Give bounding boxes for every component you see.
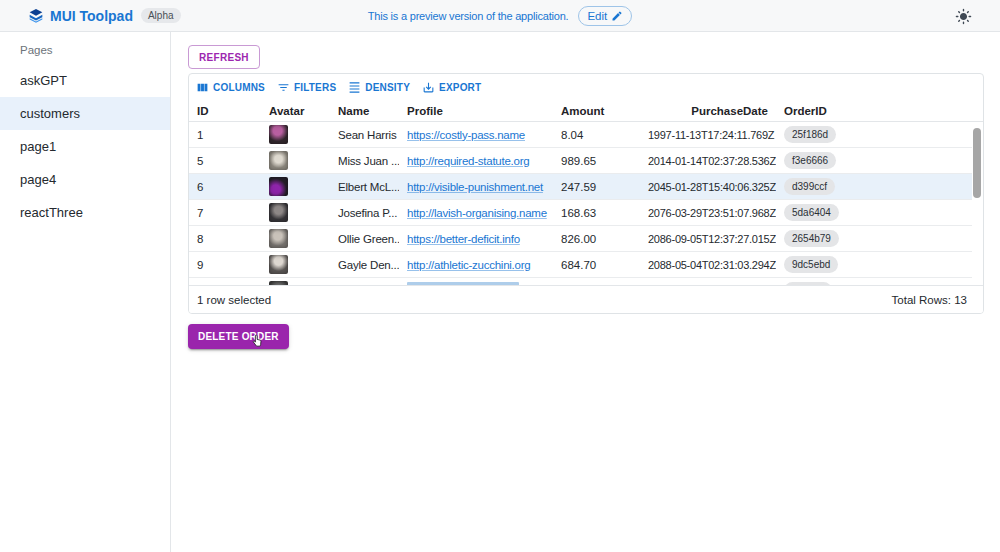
- column-header-avatar[interactable]: Avatar: [261, 105, 330, 117]
- column-header-id[interactable]: ID: [189, 105, 261, 117]
- profile-link[interactable]: http://visible-punishment.net: [407, 181, 543, 193]
- pencil-icon: [611, 10, 623, 22]
- column-header-orderid[interactable]: OrderID: [776, 105, 983, 117]
- column-header-amount[interactable]: Amount: [553, 105, 648, 117]
- avatar: [269, 151, 288, 170]
- profile-link[interactable]: http://required-statute.org: [407, 155, 529, 167]
- avatar: [269, 229, 288, 248]
- delete-order-button[interactable]: DELETE ORDER: [188, 324, 289, 349]
- filters-button[interactable]: FILTERS: [273, 78, 340, 97]
- app-topbar: MUI Toolpad Alpha This is a preview vers…: [0, 0, 1000, 32]
- sidebar-item-reactthree[interactable]: reactThree: [0, 196, 170, 229]
- sidebar-item-customers[interactable]: customers: [0, 97, 170, 130]
- order-id-chip: 25f186d: [784, 126, 836, 143]
- export-button[interactable]: EXPORT: [418, 78, 485, 97]
- table-row[interactable]: 7 Josefina P... http://lavish-organising…: [189, 200, 972, 226]
- sidebar-item-page1[interactable]: page1: [0, 130, 170, 163]
- data-grid: COLUMNS FILTERS DENSITY EXPORT ID Avatar: [188, 73, 984, 314]
- order-id-chip: 2654b79: [784, 230, 839, 247]
- preview-text: This is a preview version of the applica…: [368, 10, 569, 22]
- avatar: [269, 255, 288, 274]
- mouse-cursor: [250, 333, 265, 348]
- column-header-profile[interactable]: Profile: [399, 105, 553, 117]
- density-button[interactable]: DENSITY: [344, 78, 414, 97]
- grid-header-row: ID Avatar Name Profile Amount PurchaseDa…: [189, 100, 983, 122]
- total-rows: Total Rows: 13: [892, 294, 967, 306]
- table-row-selected[interactable]: 6 Elbert McL... http://visible-punishmen…: [189, 174, 972, 200]
- sun-icon: [955, 8, 972, 25]
- order-id-chip: f3e6666: [784, 152, 836, 169]
- vertical-scrollbar[interactable]: [973, 128, 981, 198]
- grid-toolbar: COLUMNS FILTERS DENSITY EXPORT: [189, 74, 983, 100]
- column-header-name[interactable]: Name: [330, 105, 399, 117]
- order-id-chip: d399ccf: [784, 178, 835, 195]
- profile-link[interactable]: http://lavish-organising.name: [407, 207, 547, 219]
- table-row[interactable]: 5 Miss Juan ... http://required-statute.…: [189, 148, 972, 174]
- theme-toggle-button[interactable]: [955, 8, 972, 25]
- avatar: [269, 125, 288, 144]
- grid-footer: 1 row selected Total Rows: 13: [189, 285, 983, 313]
- sidebar: Pages askGPT customers page1 page4 react…: [0, 32, 171, 552]
- profile-link[interactable]: https://better-deficit.info: [407, 233, 520, 245]
- columns-button[interactable]: COLUMNS: [192, 78, 269, 97]
- filter-icon: [277, 81, 290, 94]
- table-row[interactable]: 1 Sean Harris https://costly-pass.name 8…: [189, 122, 972, 148]
- table-row[interactable]: 9 Gayle Den... http://athletic-zucchini.…: [189, 252, 972, 278]
- export-icon: [422, 81, 435, 94]
- avatar: [269, 177, 288, 196]
- avatar: [269, 203, 288, 222]
- columns-icon: [196, 81, 209, 94]
- main-content: REFRESH COLUMNS FILTERS DENSITY EXPORT: [171, 32, 1000, 552]
- sidebar-section-label: Pages: [0, 44, 170, 56]
- refresh-button[interactable]: REFRESH: [188, 45, 260, 69]
- table-row[interactable]: 8 Ollie Green... https://better-deficit.…: [189, 226, 972, 252]
- order-id-chip: 5da6404: [784, 204, 839, 221]
- profile-link[interactable]: http://athletic-zucchini.org: [407, 259, 530, 271]
- column-header-purchasedate[interactable]: PurchaseDate: [648, 105, 776, 117]
- preview-banner: This is a preview version of the applica…: [0, 6, 1000, 26]
- profile-link[interactable]: https://costly-pass.name: [407, 129, 525, 141]
- selection-count: 1 row selected: [197, 294, 271, 306]
- edit-button[interactable]: Edit: [578, 6, 632, 26]
- density-icon: [348, 81, 361, 94]
- sidebar-item-page4[interactable]: page4: [0, 163, 170, 196]
- order-id-chip: 9dc5ebd: [784, 256, 838, 273]
- grid-rows: 1 Sean Harris https://costly-pass.name 8…: [189, 122, 983, 286]
- sidebar-item-askgpt[interactable]: askGPT: [0, 64, 170, 97]
